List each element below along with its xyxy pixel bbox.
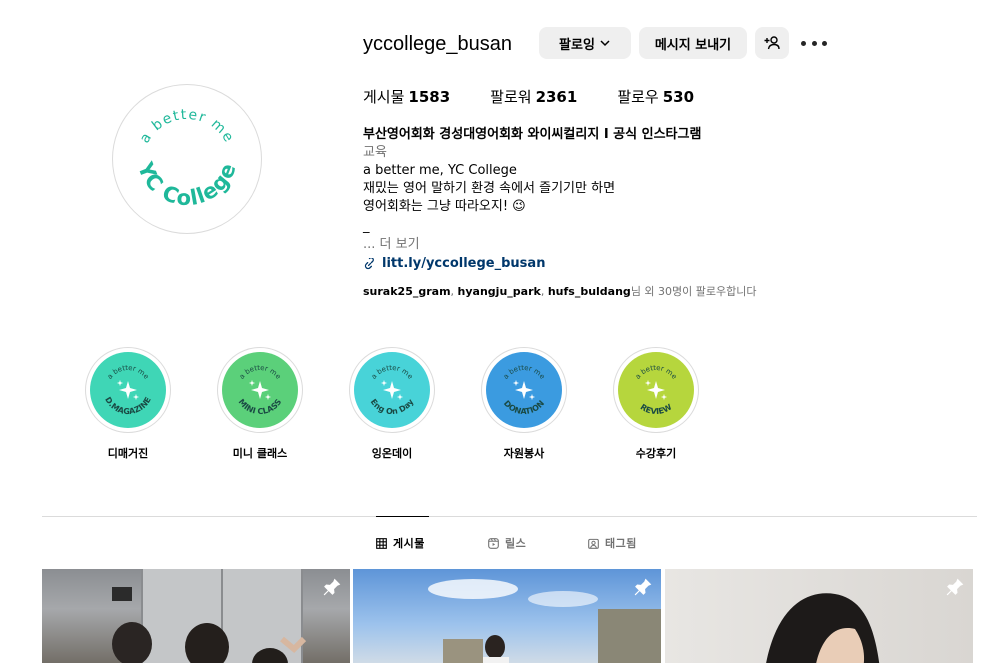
suggest-users-button[interactable] [755, 27, 789, 59]
reels-icon [488, 537, 499, 549]
stat-label: 팔로우 [617, 88, 659, 106]
highlight-cover: a better me Eng On Day [349, 347, 435, 433]
link-icon [364, 257, 374, 269]
post-thumbnail[interactable] [353, 569, 661, 663]
highlight-cover: a better me DONATION [481, 347, 567, 433]
followed-by-user: hyangju_park [457, 285, 541, 298]
highlight-label: 수강후기 [635, 447, 677, 460]
pinned-post-icon [634, 578, 652, 596]
following-button-label: 팔로잉 [559, 37, 595, 53]
stat-posts[interactable]: 게시물 1583 [363, 86, 450, 107]
bio-line: a better me, YC College [363, 163, 517, 178]
profile-stats: 게시물 1583 팔로워 2361 팔로우 530 [363, 86, 694, 107]
profile-category: 교육 [363, 145, 387, 160]
highlight-badge: a better meREVIEW [618, 352, 694, 428]
stat-followers[interactable]: 팔로워 2361 [490, 86, 577, 107]
profile-avatar[interactable]: a better me YC College [112, 84, 262, 234]
svg-text:YC College: YC College [133, 158, 241, 210]
stat-label: 팔로워 [490, 88, 532, 106]
stat-value: 1583 [408, 88, 451, 106]
tab-posts[interactable]: 게시물 [376, 535, 425, 551]
stat-following[interactable]: 팔로우 530 [617, 86, 694, 107]
stat-value: 2361 [535, 88, 578, 106]
highlight-cover: a better me D.MAGAZINE [85, 347, 171, 433]
avatar-logo: a better me YC College [133, 107, 241, 211]
tab-label: 게시물 [393, 537, 425, 550]
pinned-post-icon [946, 578, 964, 596]
highlight-label: 미니 클래스 [232, 447, 288, 460]
profile-username: yccollege_busan [363, 33, 512, 55]
highlight-item[interactable]: a better me REVIEW 수강후기 [611, 347, 701, 461]
post-thumbnail[interactable] [665, 569, 973, 663]
highlight-badge: a better meDONATION [486, 352, 562, 428]
message-button[interactable]: 메시지 보내기 [639, 27, 747, 59]
following-button[interactable]: 팔로잉 [539, 27, 631, 59]
followed-by[interactable]: surak25_gram, hyangju_park, hufs_buldang… [363, 283, 757, 299]
followed-by-user: hufs_buldang [547, 285, 631, 298]
highlight-cover: a better me MINI CLASS [217, 347, 303, 433]
profile-link-text: litt.ly/yccollege_busan [382, 256, 546, 271]
profile-bio: 부산영어회화 경성대영어회화 와이씨컬리지 I 공식 인스타그램 교육 a be… [363, 126, 923, 273]
highlight-item[interactable]: a better me MINI CLASS 미니 클래스 [215, 347, 305, 461]
highlight-label: 잉온데이 [371, 447, 413, 460]
highlight-label: 자원봉사 [503, 447, 545, 460]
post-photo [112, 569, 307, 663]
highlight-badge: a better meEng On Day [354, 352, 430, 428]
followed-by-user: surak25_gram [363, 285, 451, 298]
bio-line: 영어회화는 그냥 따라오지! 😉 [363, 199, 526, 214]
profile-external-link[interactable]: litt.ly/yccollege_busan [363, 255, 923, 273]
tab-tagged[interactable]: 태그됨 [588, 535, 637, 551]
post-thumbnail[interactable] [42, 569, 350, 663]
stat-label: 게시물 [363, 88, 405, 106]
svg-text:a better me: a better me [137, 107, 237, 146]
highlight-item[interactable]: a better me D.MAGAZINE 디매거진 [83, 347, 173, 461]
highlight-label: 디매거진 [107, 447, 149, 460]
add-user-icon [764, 36, 780, 50]
bio-more-link[interactable]: ... 더 보기 [363, 236, 923, 254]
profile-name: 부산영어회화 경성대영어회화 와이씨컬리지 I 공식 인스타그램 [363, 127, 702, 142]
stat-value: 530 [662, 88, 695, 106]
pinned-post-icon [323, 578, 341, 596]
active-tab-indicator [376, 516, 429, 517]
message-button-label: 메시지 보내기 [654, 37, 732, 53]
highlight-badge: a better meMINI CLASS [222, 352, 298, 428]
tab-label: 태그됨 [605, 537, 637, 550]
grid-icon [376, 537, 387, 549]
bio-line: 재밌는 영어 말하기 환경 속에서 즐기기만 하면 [363, 181, 616, 196]
followed-by-suffix: 님 외 30명이 팔로우합니다 [630, 285, 757, 298]
highlight-cover: a better me REVIEW [613, 347, 699, 433]
chevron-down-icon [600, 40, 610, 47]
highlight-item[interactable]: a better me DONATION 자원봉사 [479, 347, 569, 461]
tagged-icon [588, 538, 599, 549]
tab-label: 릴스 [505, 537, 527, 550]
more-options-icon[interactable] [801, 34, 827, 52]
tab-reels[interactable]: 릴스 [488, 535, 526, 551]
post-photo [428, 579, 661, 663]
highlight-item[interactable]: a better me Eng On Day 잉온데이 [347, 347, 437, 461]
highlight-badge: a better meD.MAGAZINE [90, 352, 166, 428]
post-photo [766, 593, 880, 663]
tabs-divider [42, 516, 977, 517]
bio-line: _ [363, 219, 370, 234]
